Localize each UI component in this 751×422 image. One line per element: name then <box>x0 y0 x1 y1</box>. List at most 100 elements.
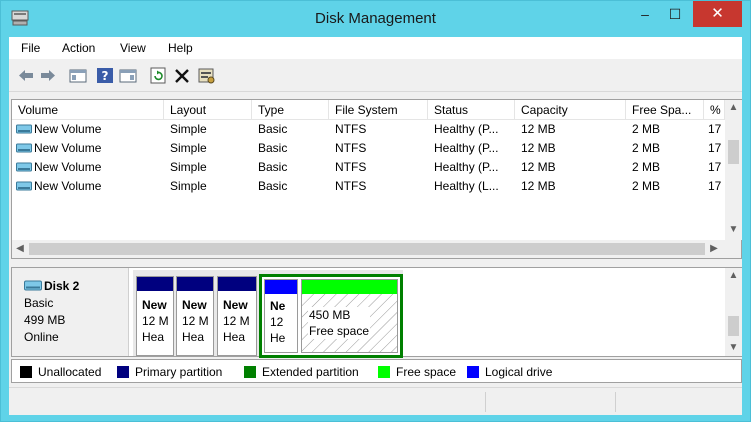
cell-capacity: 12 MB <box>521 179 556 193</box>
table-row[interactable]: New Volume Simple Basic NTFS Healthy (P.… <box>12 158 725 177</box>
scroll-down-arrow-icon[interactable]: ▼ <box>725 342 742 353</box>
cell-file-system: NTFS <box>335 122 367 136</box>
legend-item: Unallocated <box>20 365 101 379</box>
volume-icon <box>16 143 32 153</box>
scroll-thumb[interactable] <box>728 140 739 164</box>
legend-label: Free space <box>396 365 457 379</box>
partition-color-bar <box>177 277 213 291</box>
partition-name: New <box>223 298 248 312</box>
disk-type: Basic <box>24 296 54 310</box>
legend-label: Primary partition <box>135 365 223 379</box>
column-header-capacity[interactable]: Capacity <box>515 100 626 120</box>
column-header-percent-free[interactable]: % <box>704 100 725 120</box>
partition-size: 12 <box>270 315 284 329</box>
disk-view-vertical-scrollbar[interactable]: ▲ ▼ <box>725 268 742 356</box>
scroll-left-arrow-icon[interactable]: ◀ <box>14 243 26 254</box>
show-hide-action-pane-icon[interactable] <box>119 67 137 84</box>
legend-swatch <box>378 366 390 378</box>
menu-action[interactable]: Action <box>62 41 95 55</box>
column-header-type[interactable]: Type <box>252 100 329 120</box>
legend-item: Free space <box>378 365 456 379</box>
cell-status: Healthy (P... <box>434 122 499 136</box>
scroll-up-arrow-icon[interactable]: ▲ <box>725 270 742 281</box>
table-row[interactable]: New Volume Simple Basic NTFS Healthy (L.… <box>12 177 725 196</box>
title-bar[interactable]: Disk Management – ☐ ✕ <box>1 1 750 37</box>
partition-name: Ne <box>270 299 286 313</box>
partition-block[interactable]: 450 MB Free space <box>301 279 398 353</box>
scroll-thumb[interactable] <box>29 243 705 255</box>
partition-status: Hea <box>223 330 246 344</box>
column-header-volume[interactable]: Volume <box>12 100 164 120</box>
partition-status: He <box>270 331 286 345</box>
cell-capacity: 12 MB <box>521 122 556 136</box>
volume-list-horizontal-scrollbar[interactable]: ◀ ▶ <box>12 240 741 258</box>
cell-file-system: NTFS <box>335 179 367 193</box>
minimize-button[interactable]: – <box>632 1 658 27</box>
back-arrow-icon[interactable] <box>17 67 35 84</box>
help-icon[interactable]: ? <box>96 67 114 84</box>
partition-size: 12 M <box>142 314 169 328</box>
disk-management-window: Disk Management – ☐ ✕ File Action View H… <box>0 0 751 422</box>
partition-label: New 12 M Hea <box>182 297 214 345</box>
legend-swatch <box>467 366 479 378</box>
client-area: File Action View Help ? Volume Layout Ty… <box>9 37 742 415</box>
cell-type: Basic <box>258 160 288 174</box>
disk-graphical-view: Disk 2 Basic 499 MB Online New 12 M Hea <box>11 267 742 358</box>
column-header-status[interactable]: Status <box>428 100 515 120</box>
partition-color-bar <box>302 280 397 294</box>
cell-percent-free: 17 <box>708 179 722 193</box>
disk-info-panel[interactable]: Disk 2 Basic 499 MB Online <box>12 268 129 356</box>
partition-block[interactable]: New 12 M Hea <box>217 276 257 356</box>
column-header-free-space[interactable]: Free Spa... <box>626 100 704 120</box>
volume-icon <box>16 162 32 172</box>
column-header-file-system[interactable]: File System <box>329 100 428 120</box>
cell-free-space: 2 MB <box>632 160 661 174</box>
volume-name: New Volume <box>34 179 102 193</box>
partition-block[interactable]: New 12 M Hea <box>176 276 214 356</box>
partition-status: Free space <box>308 323 371 339</box>
cell-free-space: 2 MB <box>632 141 661 155</box>
partition-block[interactable]: New 12 M Hea <box>136 276 174 356</box>
cell-type: Basic <box>258 179 288 193</box>
cell-status: Healthy (P... <box>434 160 499 174</box>
menu-view[interactable]: View <box>120 41 146 55</box>
column-header-layout[interactable]: Layout <box>164 100 252 120</box>
properties-icon[interactable] <box>197 67 215 84</box>
volume-name: New Volume <box>34 122 102 136</box>
legend-label: Logical drive <box>485 365 553 379</box>
scroll-thumb[interactable] <box>728 316 739 336</box>
forward-arrow-icon[interactable] <box>39 67 57 84</box>
menu-help[interactable]: Help <box>168 41 193 55</box>
close-button[interactable]: ✕ <box>693 1 742 27</box>
legend-item: Extended partition <box>244 365 359 379</box>
delete-icon[interactable] <box>173 67 191 84</box>
cell-capacity: 12 MB <box>521 141 556 155</box>
partition-block[interactable]: Ne 12 He <box>264 279 298 353</box>
partition-size: 450 MB <box>308 307 371 323</box>
cell-type: Basic <box>258 141 288 155</box>
cell-volume: New Volume <box>12 120 164 139</box>
menu-file[interactable]: File <box>21 41 40 55</box>
maximize-button[interactable]: ☐ <box>662 1 688 27</box>
show-hide-console-tree-icon[interactable] <box>69 67 87 84</box>
scroll-up-arrow-icon[interactable]: ▲ <box>725 102 742 113</box>
legend-item: Logical drive <box>467 365 552 379</box>
scroll-right-arrow-icon[interactable]: ▶ <box>708 243 720 254</box>
volume-list-vertical-scrollbar[interactable]: ▲ ▼ <box>725 100 742 240</box>
cell-percent-free: 17 <box>708 141 722 155</box>
disk-size: 499 MB <box>24 313 66 327</box>
cell-percent-free: 17 <box>708 160 722 174</box>
legend-bar: Unallocated Primary partition Extended p… <box>11 359 742 383</box>
extended-partition[interactable]: Ne 12 He 450 MB Free space <box>259 274 403 358</box>
table-row[interactable]: New Volume Simple Basic NTFS Healthy (P.… <box>12 139 725 158</box>
partition-color-bar <box>265 280 297 294</box>
partition-size: 12 M <box>223 314 250 328</box>
table-row[interactable]: New Volume Simple Basic NTFS Healthy (P.… <box>12 120 725 139</box>
partition-label: 450 MB Free space <box>308 307 371 339</box>
cell-capacity: 12 MB <box>521 160 556 174</box>
cell-free-space: 2 MB <box>632 122 661 136</box>
scroll-down-arrow-icon[interactable]: ▼ <box>725 224 742 235</box>
cell-status: Healthy (L... <box>434 179 499 193</box>
partition-label: New 12 M Hea <box>142 297 174 345</box>
refresh-icon[interactable] <box>149 67 167 84</box>
